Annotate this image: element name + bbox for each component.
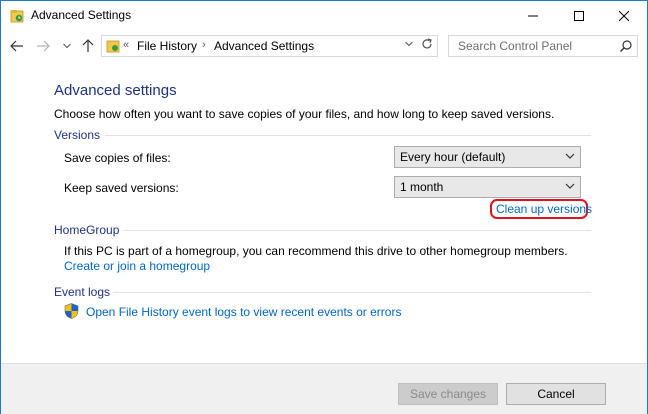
create-join-homegroup-link[interactable]: Create or join a homegroup: [64, 259, 210, 273]
keep-versions-value: 1 month: [400, 180, 444, 194]
open-event-logs-link[interactable]: Open File History event logs to view rec…: [86, 305, 401, 319]
chevron-down-icon: [565, 153, 575, 159]
clean-up-versions-link[interactable]: Clean up versions: [496, 202, 592, 216]
arrow-up-icon: [82, 39, 94, 52]
section-divider: [105, 135, 591, 136]
settings-content: Advanced settings Choose how often you w…: [1, 63, 647, 363]
maximize-button[interactable]: [556, 1, 602, 31]
chevron-down-icon: [405, 41, 413, 47]
minimize-button[interactable]: [510, 1, 556, 31]
arrow-right-icon: [37, 40, 50, 52]
address-bar[interactable]: « File History › Advanced Settings: [101, 35, 438, 57]
search-icon[interactable]: [619, 39, 633, 53]
close-button[interactable]: [601, 1, 647, 31]
section-title-event-logs: Event logs: [54, 285, 111, 299]
shield-icon: [64, 303, 79, 319]
save-copies-dropdown[interactable]: Every hour (default): [394, 146, 581, 168]
control-panel-icon: [106, 40, 120, 53]
search-box[interactable]: Search Control Panel: [448, 35, 638, 57]
breadcrumb-separator-icon[interactable]: ›: [202, 39, 206, 51]
section-divider: [123, 230, 591, 231]
section-title-versions: Versions: [54, 128, 101, 142]
refresh-icon: [422, 38, 432, 49]
chevron-down-icon: [63, 43, 71, 49]
file-history-icon: [10, 10, 24, 23]
window-title: Advanced Settings: [31, 8, 132, 22]
page-description: Choose how often you want to save copies…: [54, 107, 555, 121]
save-copies-value: Every hour (default): [400, 150, 506, 164]
breadcrumb-advanced-settings[interactable]: Advanced Settings: [214, 39, 314, 53]
section-divider: [113, 292, 591, 293]
button-bar: Save changes Cancel: [1, 363, 647, 414]
address-overflow-chevron[interactable]: «: [123, 39, 129, 51]
search-input[interactable]: Search Control Panel: [458, 39, 572, 53]
back-button[interactable]: [8, 37, 26, 55]
breadcrumb-file-history[interactable]: File History: [137, 39, 197, 53]
arrow-left-icon: [10, 40, 23, 52]
advanced-settings-window: Advanced Settings « File History › Advan…: [0, 0, 648, 414]
keep-versions-dropdown[interactable]: 1 month: [394, 176, 581, 198]
save-changes-button[interactable]: Save changes: [398, 383, 498, 405]
page-title: Advanced settings: [54, 82, 177, 99]
navigation-bar: « File History › Advanced Settings Searc…: [1, 31, 647, 63]
title-bar[interactable]: Advanced Settings: [1, 1, 647, 31]
forward-button[interactable]: [34, 37, 52, 55]
chevron-down-icon: [565, 183, 575, 189]
address-dropdown-button[interactable]: [402, 39, 416, 49]
maximize-icon: [574, 11, 584, 21]
refresh-button[interactable]: [418, 37, 436, 54]
keep-versions-label: Keep saved versions:: [64, 181, 179, 195]
section-title-homegroup: HomeGroup: [54, 223, 120, 237]
homegroup-description: If this PC is part of a homegroup, you c…: [64, 244, 568, 258]
up-button[interactable]: [79, 37, 97, 55]
save-copies-label: Save copies of files:: [64, 151, 171, 165]
minimize-icon: [528, 15, 538, 17]
clean-up-versions-highlight: Clean up versions: [490, 199, 592, 219]
cancel-button[interactable]: Cancel: [506, 383, 606, 405]
recent-locations-button[interactable]: [58, 37, 76, 55]
close-icon: [619, 11, 629, 21]
